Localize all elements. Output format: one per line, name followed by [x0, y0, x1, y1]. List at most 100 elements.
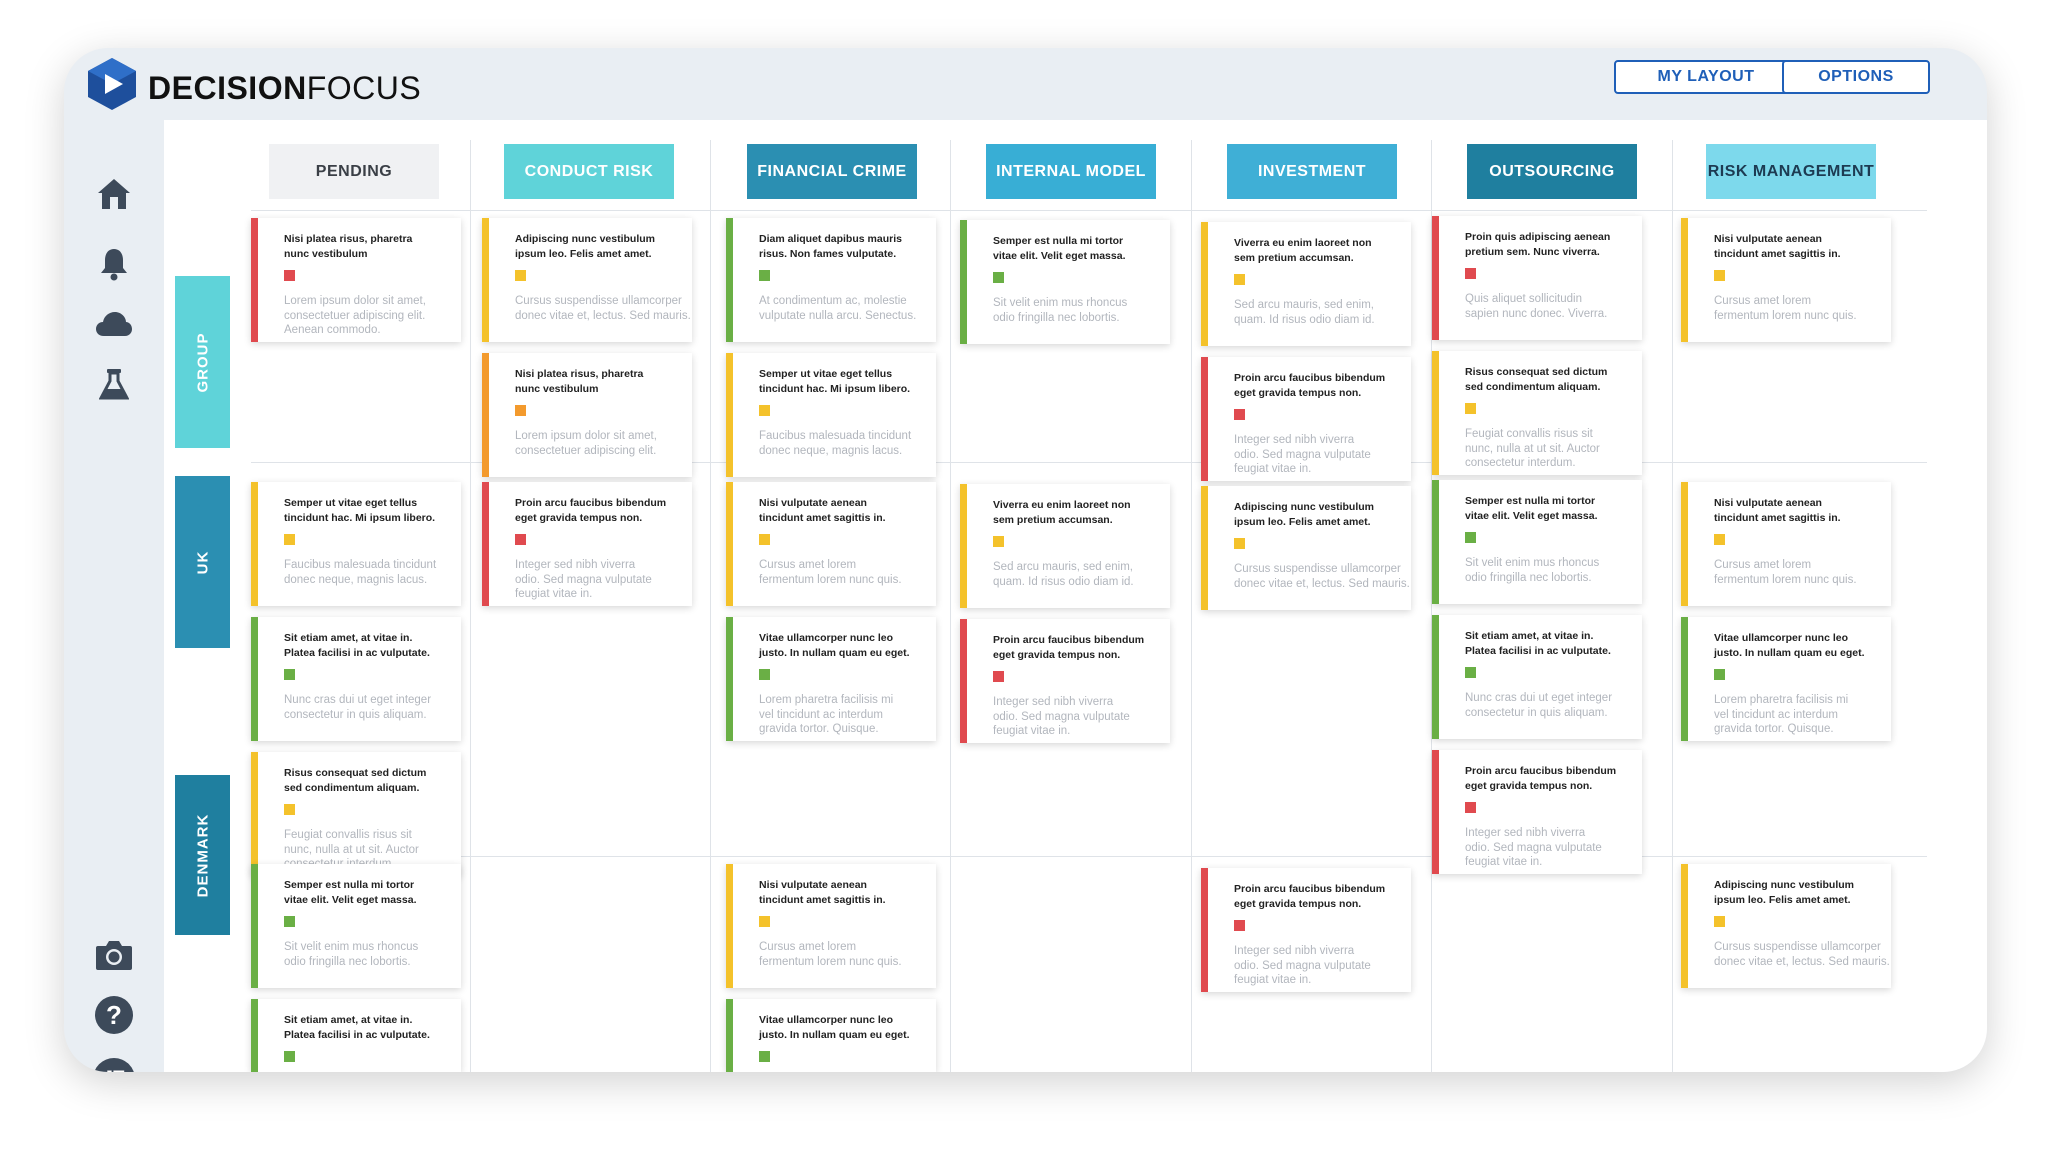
column-header-outsourcing[interactable]: OUTSOURCING — [1467, 144, 1637, 199]
risk-card[interactable]: Risus consequat sed dictum sed condimentu… — [251, 752, 461, 876]
column-header-conduct-risk[interactable]: CONDUCT RISK — [504, 144, 674, 199]
row-divider — [251, 856, 1927, 857]
risk-card[interactable]: Semper est nulla mi tortor vitae elit. Ve… — [1432, 480, 1642, 604]
card-status-marker — [993, 536, 1004, 547]
risk-card[interactable]: Vitae ullamcorper nunc leo justo. In null… — [1681, 617, 1891, 741]
risk-card[interactable]: Vitae ullamcorper nunc leo justo. In null… — [726, 999, 936, 1072]
risk-card[interactable]: Vitae ullamcorper nunc leo justo. In null… — [726, 617, 936, 741]
card-priority-bar — [482, 353, 489, 477]
card-status-marker — [1465, 403, 1476, 414]
row-label-group[interactable]: GROUP — [175, 276, 230, 448]
card-title: Semper est nulla mi tortor vitae elit. Ve… — [993, 235, 1126, 262]
risk-card[interactable]: Diam aliquet dapibus mauris risus. Non fa… — [726, 218, 936, 342]
card-title: Nisi vulputate aenean tincidunt amet sagi… — [1714, 497, 1841, 524]
risk-card[interactable]: Proin arcu faucibus bibendum eget gravida… — [960, 619, 1170, 743]
card-description: Lorem pharetra facilisis mi vel tincidunt… — [759, 694, 894, 735]
risk-card[interactable]: Viverra eu enim laoreet non sem pretium a… — [1201, 222, 1411, 346]
risk-card[interactable]: Sit etiam amet, at vitae in. Platea facil… — [1432, 615, 1642, 739]
row-label-uk[interactable]: UK — [175, 476, 230, 648]
card-title: Nisi platea risus, pharetra nunc vestibul… — [515, 368, 644, 395]
column-header-financial-crime[interactable]: FINANCIAL CRIME — [747, 144, 917, 199]
card-priority-bar — [960, 484, 967, 608]
card-status-marker — [1234, 409, 1245, 420]
row-label-text: GROUP — [194, 331, 212, 393]
card-status-marker — [1714, 534, 1725, 545]
column-header-internal-model[interactable]: INTERNAL MODEL — [986, 144, 1156, 199]
card-title: Vitae ullamcorper nunc leo justo. In null… — [759, 1014, 910, 1041]
risk-card[interactable]: Proin arcu faucibus bibendum eget gravida… — [1201, 868, 1411, 992]
risk-card[interactable]: Proin arcu faucibus bibendum eget gravida… — [1201, 357, 1411, 481]
card-title: Diam aliquet dapibus mauris risus. Non fa… — [759, 233, 902, 260]
home-icon[interactable] — [92, 174, 136, 214]
card-description: Cursus suspendisse ullamcorper donec vita… — [1714, 941, 1890, 968]
user-avatar[interactable]: JT — [92, 1057, 136, 1072]
card-priority-bar — [726, 482, 733, 606]
risk-card[interactable]: Risus consequat sed dictum sed condimentu… — [1432, 351, 1642, 475]
risk-card[interactable]: Semper ut vitae eget tellus tincidunt hac… — [726, 353, 936, 477]
risk-card[interactable]: Nisi vulputate aenean tincidunt amet sagi… — [726, 482, 936, 606]
card-priority-bar — [251, 482, 258, 606]
risk-card[interactable]: Nisi vulputate aenean tincidunt amet sagi… — [726, 864, 936, 988]
risk-card[interactable]: Semper est nulla mi tortor vitae elit. Ve… — [960, 220, 1170, 344]
card-title: Proin arcu faucibus bibendum eget gravida… — [1234, 372, 1386, 399]
risk-card[interactable]: Semper ut vitae eget tellus tincidunt hac… — [251, 482, 461, 606]
risk-card[interactable]: Adipiscing nunc vestibulum ipsum leo. Fel… — [482, 218, 692, 342]
row-label-denmark[interactable]: DENMARK — [175, 775, 230, 935]
options-button[interactable]: OPTIONS — [1782, 60, 1930, 94]
card-description: Cursus amet lorem fermentum lorem nunc qu… — [759, 941, 902, 968]
card-status-marker — [759, 916, 770, 927]
card-priority-bar — [1432, 216, 1439, 340]
card-status-marker — [1465, 532, 1476, 543]
risk-card[interactable]: Proin arcu faucibus bibendum eget gravida… — [482, 482, 692, 606]
column-divider — [1191, 140, 1192, 1072]
risk-card[interactable]: Adipiscing nunc vestibulum ipsum leo. Fel… — [1201, 486, 1411, 610]
sidebar: ? JT — [64, 120, 164, 1072]
board-canvas: PENDING CONDUCT RISK FINANCIAL CRIME INTERN… — [164, 120, 1987, 1072]
risk-card[interactable]: Sit etiam amet, at vitae in. Platea facil… — [251, 617, 461, 741]
camera-icon[interactable] — [92, 933, 136, 977]
card-title: Adipiscing nunc vestibulum ipsum leo. Fel… — [1714, 879, 1855, 906]
card-status-marker — [284, 669, 295, 680]
card-title: Risus consequat sed dictum sed condimentu… — [284, 767, 427, 794]
risk-card[interactable]: Proin arcu faucibus bibendum eget gravida… — [1432, 750, 1642, 874]
risk-card[interactable]: Sit etiam amet, at vitae in. Platea facil… — [251, 999, 461, 1072]
card-title: Risus consequat sed dictum sed condimentu… — [1465, 366, 1608, 393]
app-window: DECISIONFOCUS MY LAYOUT OPTIONS ? JT PEN… — [64, 48, 1987, 1072]
help-icon[interactable]: ? — [92, 993, 136, 1037]
bell-icon[interactable] — [92, 244, 136, 284]
column-divider — [1672, 140, 1673, 1072]
column-header-investment[interactable]: INVESTMENT — [1227, 144, 1397, 199]
card-status-marker — [1714, 669, 1725, 680]
card-status-marker — [515, 405, 526, 416]
card-status-marker — [1465, 268, 1476, 279]
risk-card[interactable]: Nisi vulputate aenean tincidunt amet sagi… — [1681, 218, 1891, 342]
card-description: At condimentum ac, molestie vulputate nul… — [759, 295, 917, 322]
card-status-marker — [284, 916, 295, 927]
column-divider — [950, 140, 951, 1072]
risk-card[interactable]: Semper est nulla mi tortor vitae elit. Ve… — [251, 864, 461, 988]
risk-card[interactable]: Nisi platea risus, pharetra nunc vestibul… — [251, 218, 461, 342]
card-description: Quis aliquet sollicitudin sapien nunc don… — [1465, 293, 1608, 320]
cloud-icon[interactable] — [92, 304, 136, 344]
risk-card[interactable]: Viverra eu enim laoreet non sem pretium a… — [960, 484, 1170, 608]
card-priority-bar — [1681, 482, 1688, 606]
card-status-marker — [993, 671, 1004, 682]
card-title: Proin quis adipiscing aenean pretium sem.… — [1465, 231, 1611, 258]
column-header-risk-management[interactable]: RISK MANAGEMENT — [1706, 144, 1876, 199]
my-layout-button[interactable]: MY LAYOUT — [1614, 60, 1798, 94]
column-header-pending[interactable]: PENDING — [269, 144, 439, 199]
card-title: Semper est nulla mi tortor vitae elit. Ve… — [284, 879, 417, 906]
card-priority-bar — [482, 218, 489, 342]
card-title: Proin arcu faucibus bibendum eget gravida… — [515, 497, 667, 524]
flask-icon[interactable] — [92, 364, 136, 404]
risk-card[interactable]: Adipiscing nunc vestibulum ipsum leo. Fel… — [1681, 864, 1891, 988]
card-status-marker — [759, 669, 770, 680]
card-status-marker — [1714, 270, 1725, 281]
risk-card[interactable]: Nisi vulputate aenean tincidunt amet sagi… — [1681, 482, 1891, 606]
card-status-marker — [515, 270, 526, 281]
risk-card[interactable]: Nisi platea risus, pharetra nunc vestibul… — [482, 353, 692, 477]
risk-card[interactable]: Proin quis adipiscing aenean pretium sem.… — [1432, 216, 1642, 340]
card-description: Integer sed nibh viverra odio. Sed magna … — [515, 559, 652, 600]
card-description: Cursus amet lorem fermentum lorem nunc qu… — [1714, 559, 1857, 586]
card-status-marker — [759, 1051, 770, 1062]
